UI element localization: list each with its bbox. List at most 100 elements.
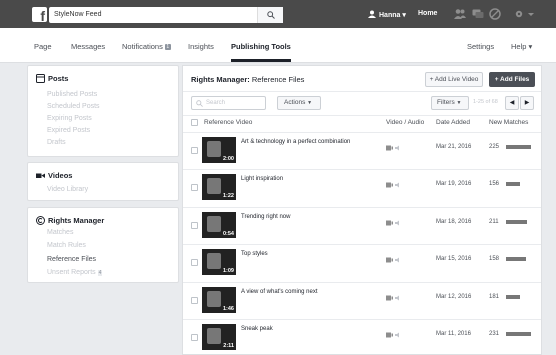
- date-added: Mar 12, 2016: [436, 294, 472, 300]
- video-audio-icon: [386, 332, 399, 338]
- select-all-checkbox[interactable]: [191, 119, 198, 126]
- video-title[interactable]: A view of what's coming next: [241, 289, 318, 295]
- video-thumbnail[interactable]: 0:54: [202, 212, 236, 238]
- actions-dropdown[interactable]: Actions ▼: [277, 96, 321, 110]
- tab-settings[interactable]: Settings: [467, 42, 494, 51]
- add-live-video-button[interactable]: + Add Live Video: [425, 72, 483, 87]
- row-checkbox[interactable]: [191, 222, 198, 229]
- rights-manager-panel: Rights Manager Matches Match Rules Refer…: [27, 207, 179, 283]
- row-checkbox[interactable]: [191, 147, 198, 154]
- tab-publishing-tools[interactable]: Publishing Tools: [231, 42, 291, 51]
- video-thumbnail[interactable]: 2:11: [202, 324, 236, 350]
- video-title[interactable]: Top styles: [241, 251, 268, 257]
- chevron-down-icon: ▼: [456, 100, 462, 106]
- table-row[interactable]: 2:11 Sneak peak Mar 11, 2016 231: [183, 319, 541, 355]
- sidebar-item-unsent-reports[interactable]: Unsent Reports 4: [47, 269, 103, 276]
- sidebar-item-published-posts[interactable]: Published Posts: [47, 91, 97, 98]
- sidebar-item-expiring-posts[interactable]: Expiring Posts: [47, 115, 92, 122]
- video-audio-icon: [386, 295, 399, 301]
- sidebar-item-reference-files[interactable]: Reference Files: [47, 256, 96, 263]
- globe-icon[interactable]: [489, 8, 501, 20]
- unsent-reports-label: Unsent Reports: [47, 269, 96, 276]
- avatar-icon: [368, 10, 376, 18]
- video-title[interactable]: Trending right now: [241, 214, 290, 220]
- video-title[interactable]: Sneak peak: [241, 326, 273, 332]
- thumbnail-figure: [207, 178, 221, 194]
- video-title[interactable]: Light inspiration: [241, 176, 283, 182]
- sidebar-item-match-rules[interactable]: Match Rules: [47, 242, 86, 249]
- column-date-added[interactable]: Date Added: [436, 119, 470, 126]
- page-nav: Page Messages Notifications 1 Insights Pu…: [0, 28, 556, 63]
- row-checkbox[interactable]: [191, 297, 198, 304]
- search-files-input[interactable]: Search: [191, 96, 266, 110]
- videos-title: Videos: [48, 171, 73, 180]
- thumbnail-figure: [207, 291, 221, 307]
- table-row[interactable]: 1:09 Top styles Mar 15, 2016 158: [183, 244, 541, 281]
- sidebar-item-expired-posts[interactable]: Expired Posts: [47, 127, 90, 134]
- tab-help[interactable]: Help ▾: [511, 42, 532, 51]
- column-reference-video[interactable]: Reference Video: [204, 119, 252, 126]
- filters-dropdown[interactable]: Filters ▼: [431, 96, 469, 110]
- date-added: Mar 18, 2016: [436, 219, 472, 225]
- new-matches-count: 211: [489, 219, 499, 225]
- table-row[interactable]: 1:22 Light inspiration Mar 19, 2016 156: [183, 169, 541, 206]
- posts-panel: Posts Published Posts Scheduled Posts Ex…: [27, 65, 179, 157]
- video-thumbnail[interactable]: 1:46: [202, 287, 236, 313]
- table-row[interactable]: 1:46 A view of what's coming next Mar 12, …: [183, 282, 541, 319]
- new-matches-count: 181: [489, 294, 500, 300]
- new-matches-count: 231: [489, 331, 500, 337]
- copyright-icon: [36, 216, 45, 225]
- profile-link[interactable]: Hanna ▾: [368, 10, 406, 19]
- friend-requests-icon[interactable]: [454, 8, 466, 20]
- column-new-matches[interactable]: New Matches: [489, 119, 528, 126]
- row-checkbox[interactable]: [191, 259, 198, 266]
- add-files-button[interactable]: + Add Files: [489, 72, 535, 87]
- posts-heading[interactable]: Posts: [36, 74, 68, 83]
- messages-icon[interactable]: [472, 8, 484, 20]
- date-added: Mar 21, 2016: [436, 144, 472, 150]
- table-row[interactable]: 2:00 Art & technology in a perfect combin…: [183, 132, 541, 169]
- tab-page[interactable]: Page: [34, 42, 52, 51]
- sidebar-item-video-library[interactable]: Video Library: [47, 186, 88, 193]
- help-icon[interactable]: [513, 8, 525, 20]
- video-thumbnail[interactable]: 1:22: [202, 174, 236, 200]
- row-checkbox[interactable]: [191, 334, 198, 341]
- active-tab-indicator: [231, 59, 291, 62]
- notifications-badge: 1: [164, 44, 171, 50]
- videos-heading[interactable]: Videos: [36, 171, 72, 180]
- search-bar[interactable]: StyleNow Feed: [49, 7, 283, 23]
- user-name: Hanna: [379, 12, 401, 19]
- table-row[interactable]: 0:54 Trending right now Mar 18, 2016 211: [183, 207, 541, 244]
- home-link[interactable]: Home: [418, 10, 437, 17]
- video-thumbnail[interactable]: 2:00: [202, 137, 236, 163]
- prev-page-button[interactable]: ◀: [505, 96, 519, 110]
- new-matches-bar: [506, 332, 531, 336]
- date-added: Mar 11, 2016: [436, 331, 471, 337]
- sidebar-item-scheduled-posts[interactable]: Scheduled Posts: [47, 103, 100, 110]
- video-thumbnail[interactable]: 1:09: [202, 249, 236, 275]
- search-input[interactable]: StyleNow Feed: [54, 11, 101, 18]
- tab-notifications[interactable]: Notifications 1: [122, 42, 171, 51]
- tab-insights[interactable]: Insights: [188, 42, 214, 51]
- videos-panel: Videos Video Library: [27, 162, 179, 201]
- video-title[interactable]: Art & technology in a perfect combinatio…: [241, 139, 350, 145]
- actions-label: Actions: [284, 99, 306, 106]
- row-checkbox[interactable]: [191, 184, 198, 191]
- video-audio-icon: [386, 220, 399, 226]
- tab-messages[interactable]: Messages: [71, 42, 105, 51]
- video-duration: 1:09: [222, 268, 234, 274]
- rights-manager-heading[interactable]: Rights Manager: [36, 216, 104, 225]
- search-button[interactable]: [257, 7, 283, 23]
- new-matches-bar: [506, 257, 526, 261]
- next-page-button[interactable]: ▶: [520, 96, 534, 110]
- new-matches-bar: [506, 145, 531, 149]
- date-added: Mar 15, 2016: [436, 256, 472, 262]
- facebook-logo[interactable]: f: [32, 7, 47, 23]
- sidebar-item-drafts[interactable]: Drafts: [47, 139, 66, 146]
- sidebar-item-matches[interactable]: Matches: [47, 229, 73, 236]
- column-video-audio[interactable]: Video / Audio: [386, 119, 424, 126]
- video-duration: 2:00: [222, 156, 234, 162]
- settings-dropdown-icon[interactable]: [527, 8, 535, 20]
- new-matches-count: 225: [489, 144, 500, 150]
- posts-icon: [36, 74, 45, 83]
